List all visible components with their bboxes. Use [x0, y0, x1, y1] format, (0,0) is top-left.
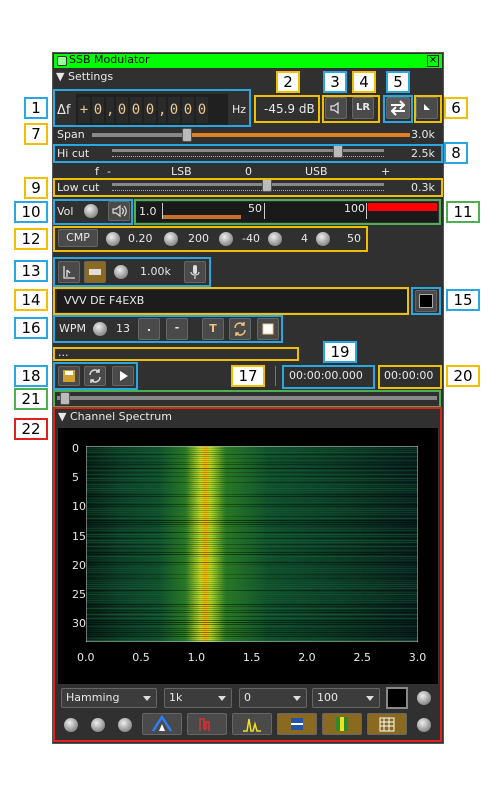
annotation-box-10: [53, 199, 133, 225]
annotation-14: 14: [14, 289, 48, 311]
annotation-box-12: [53, 226, 368, 252]
annotation-3: 3: [323, 71, 347, 93]
annotation-6: 6: [444, 97, 468, 119]
scale-zero: 0: [245, 165, 252, 178]
annotation-box-11: [134, 199, 441, 225]
annotation-21: 21: [14, 388, 48, 410]
close-icon[interactable]: ✕: [427, 55, 439, 67]
separator: [275, 366, 276, 386]
scale-minus: -: [107, 165, 111, 178]
annotation-box-19: [282, 365, 375, 389]
annotation-2: 2: [276, 71, 300, 93]
annotation-7: 7: [24, 123, 48, 145]
annotation-8: 8: [444, 142, 468, 164]
scale-f: f: [95, 165, 99, 178]
annotation-18: 18: [14, 365, 48, 387]
span-label: Span: [57, 128, 85, 141]
annotation-box-3-4: [322, 95, 380, 123]
annotation-5: 5: [386, 71, 410, 93]
annotation-box-2: [254, 95, 320, 123]
annotation-box-16: [53, 315, 283, 343]
span-slider-handle[interactable]: [182, 128, 193, 142]
annotation-box-9: [53, 178, 443, 197]
annotation-box-21: [53, 390, 441, 408]
annotation-box-20: [378, 365, 442, 389]
annotation-box-6: [414, 95, 442, 123]
annotation-17: 17: [231, 365, 265, 387]
settings-label: Settings: [67, 70, 114, 83]
span-slider-fill: [187, 133, 410, 137]
annotation-19: 19: [323, 341, 357, 363]
scale-plus: +: [381, 165, 391, 178]
settings-header[interactable]: ▼ Settings: [56, 70, 113, 83]
annotation-16: 16: [14, 317, 48, 339]
scale-lsb: LSB: [171, 165, 192, 178]
annotation-box-15: [411, 287, 441, 315]
span-value: 3.0k: [411, 128, 435, 141]
annotation-13: 13: [14, 260, 48, 282]
annotation-4: 4: [352, 71, 376, 93]
annotation-9: 9: [24, 177, 48, 199]
annotation-box-5: [383, 95, 413, 123]
annotation-box-22: [53, 407, 442, 742]
annotation-box-1: [53, 89, 251, 127]
annotation-box-file: [53, 347, 299, 361]
title-bar[interactable]: SSB Modulator ✕: [54, 53, 442, 68]
annotation-10: 10: [14, 201, 48, 223]
scale-usb: USB: [305, 165, 328, 178]
annotation-22: 22: [14, 418, 48, 440]
annotation-12: 12: [14, 228, 48, 250]
annotation-20: 20: [446, 365, 480, 387]
annotation-11: 11: [446, 201, 480, 223]
annotation-box-8: [53, 144, 443, 163]
annotation-box-14: [53, 287, 409, 315]
window-menu-icon[interactable]: [57, 56, 67, 66]
annotation-15: 15: [446, 289, 480, 311]
annotation-box-13: [53, 257, 211, 287]
annotation-1: 1: [24, 97, 48, 119]
annotation-box-18: [53, 362, 138, 390]
window-title: SSB Modulator: [69, 53, 150, 66]
